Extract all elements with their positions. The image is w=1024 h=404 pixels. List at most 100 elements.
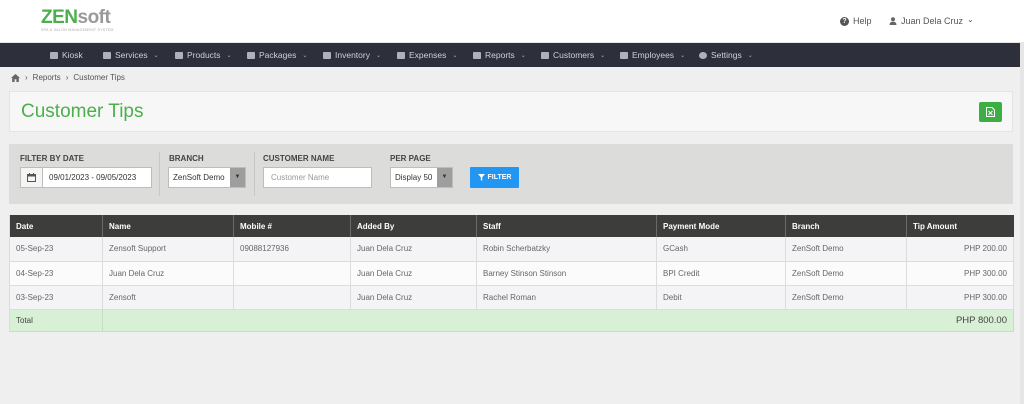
filter-button[interactable]: FILTER (470, 167, 519, 188)
date-range-value: 09/01/2023 - 09/05/2023 (49, 173, 137, 182)
total-value: PHP 800.00 (102, 309, 1014, 332)
home-icon[interactable] (11, 73, 20, 82)
cell-date: 04-Sep-23 (9, 261, 103, 286)
chevron-down-icon: ⌄ (747, 52, 753, 59)
cell-name: Zensoft (102, 285, 234, 310)
users-icon (541, 51, 549, 59)
main-nav: Kiosk Services ⌄ Products ⌄ Packages ⌄ Inve… (0, 43, 1024, 67)
question-circle-icon: ? (840, 16, 849, 26)
export-excel-button[interactable] (979, 102, 1002, 122)
table-row: 03-Sep-23 Zensoft Juan Dela Cruz Rachel … (9, 285, 1014, 310)
column-header-staff[interactable]: Staff (476, 215, 657, 237)
logo-wordmark: ZENsoft (41, 7, 111, 28)
nav-item-products[interactable]: Products ⌄ (175, 43, 232, 67)
kiosk-icon (50, 51, 58, 59)
chevron-down-icon: ⌄ (452, 52, 458, 59)
cell-added-by: Juan Dela Cruz (350, 285, 477, 310)
customer-tips-table: Date Name Mobile # Added By Staff Paymen… (9, 215, 1014, 332)
cell-mobile (233, 261, 351, 286)
column-header-added-by[interactable]: Added By (350, 215, 477, 237)
column-header-branch[interactable]: Branch (785, 215, 907, 237)
nav-label: Reports (485, 50, 515, 60)
customer-name-input[interactable] (263, 167, 372, 188)
id-card-icon (620, 51, 628, 59)
nav-item-inventory[interactable]: Inventory ⌄ (323, 43, 381, 67)
cell-staff: Robin Scherbatzky (476, 237, 657, 262)
cell-mobile: 09088127936 (233, 237, 351, 262)
chevron-down-icon: ⌄ (153, 52, 159, 59)
breadcrumb-reports[interactable]: Reports (33, 73, 61, 82)
breadcrumb-separator: › (25, 73, 28, 82)
nav-item-customers[interactable]: Customers ⌄ (541, 43, 605, 67)
cell-name: Zensoft Support (102, 237, 234, 262)
cell-payment-mode: GCash (656, 237, 786, 262)
chevron-down-icon: ⌄ (600, 52, 606, 59)
funnel-icon (477, 174, 485, 181)
chevron-down-icon: ⌄ (967, 15, 974, 24)
nav-label: Packages (259, 50, 297, 60)
cell-staff: Barney Stinson Stinson (476, 261, 657, 286)
bar-chart-icon (473, 51, 481, 59)
nav-item-kiosk[interactable]: Kiosk (50, 43, 83, 67)
cell-date: 05-Sep-23 (9, 237, 103, 262)
nav-item-packages[interactable]: Packages ⌄ (247, 43, 307, 67)
tag-icon (247, 51, 255, 59)
caret-down-icon: ▼ (437, 168, 452, 187)
branch-select[interactable]: ZenSoft Demo ▼ (168, 167, 246, 188)
file-excel-icon (986, 107, 995, 117)
column-header-tip-amount[interactable]: Tip Amount (906, 215, 1014, 237)
cell-branch: ZenSoft Demo (785, 285, 907, 310)
column-header-payment-mode[interactable]: Payment Mode (656, 215, 786, 237)
nav-label: Customers (553, 50, 595, 60)
cell-date: 03-Sep-23 (9, 285, 103, 310)
user-menu[interactable]: Juan Dela Cruz ⌄ (889, 15, 974, 26)
filter-date-label: FILTER BY DATE (20, 154, 84, 163)
filter-divider (254, 152, 255, 196)
filter-divider (159, 152, 160, 196)
page-title: Customer Tips (21, 101, 144, 122)
breadcrumb-current: Customer Tips (73, 73, 125, 82)
column-header-name[interactable]: Name (102, 215, 234, 237)
nav-item-employees[interactable]: Employees ⌄ (620, 43, 685, 67)
date-range-picker[interactable]: 09/01/2023 - 09/05/2023 (20, 167, 152, 188)
cell-tip-amount: PHP 300.00 (906, 285, 1014, 310)
table-header-row: Date Name Mobile # Added By Staff Paymen… (9, 215, 1014, 237)
cell-mobile (233, 285, 351, 310)
nav-item-services[interactable]: Services ⌄ (103, 43, 159, 67)
per-page-select[interactable]: Display 50 ▼ (390, 167, 453, 188)
nav-label: Services (115, 50, 148, 60)
cell-added-by: Juan Dela Cruz (350, 237, 477, 262)
filter-button-label: FILTER (487, 174, 512, 181)
truck-icon (323, 51, 331, 59)
cell-tip-amount: PHP 300.00 (906, 261, 1014, 286)
chevron-down-icon: ⌄ (302, 52, 308, 59)
nav-item-expenses[interactable]: Expenses ⌄ (397, 43, 457, 67)
page-title-panel: Customer Tips (9, 91, 1013, 132)
filter-panel: FILTER BY DATE 09/01/2023 - 09/05/2023 B… (9, 144, 1013, 204)
user-name: Juan Dela Cruz (901, 16, 964, 26)
branch-label: BRANCH (169, 154, 204, 163)
total-label: Total (9, 309, 103, 332)
nav-item-settings[interactable]: Settings ⌄ (699, 43, 753, 67)
chevron-down-icon: ⌄ (520, 52, 526, 59)
help-link[interactable]: ? Help (840, 16, 872, 26)
page-scrollbar[interactable] (1020, 43, 1024, 404)
per-page-selected-value: Display 50 (395, 173, 433, 182)
nav-label: Settings (711, 50, 742, 60)
cell-tip-amount: PHP 200.00 (906, 237, 1014, 262)
cell-name: Juan Dela Cruz (102, 261, 234, 286)
customer-name-label: CUSTOMER NAME (263, 154, 335, 163)
column-header-mobile[interactable]: Mobile # (233, 215, 351, 237)
per-page-label: PER PAGE (390, 154, 431, 163)
column-header-date[interactable]: Date (9, 215, 103, 237)
table-row: 04-Sep-23 Juan Dela Cruz Juan Dela Cruz … (9, 261, 1014, 286)
breadcrumb-separator: › (65, 73, 69, 82)
nav-label: Kiosk (62, 50, 83, 60)
nav-label: Expenses (409, 50, 447, 60)
zensoft-logo[interactable]: ZENsoft SPA & SALON MANAGEMENT SYSTEM (41, 7, 114, 33)
nav-label: Inventory (335, 50, 370, 60)
table-row: 05-Sep-23 Zensoft Support 09088127936 Ju… (9, 237, 1014, 262)
nav-item-reports[interactable]: Reports ⌄ (473, 43, 526, 67)
caret-down-icon: ▼ (230, 168, 245, 187)
branch-selected-value: ZenSoft Demo (173, 173, 225, 182)
